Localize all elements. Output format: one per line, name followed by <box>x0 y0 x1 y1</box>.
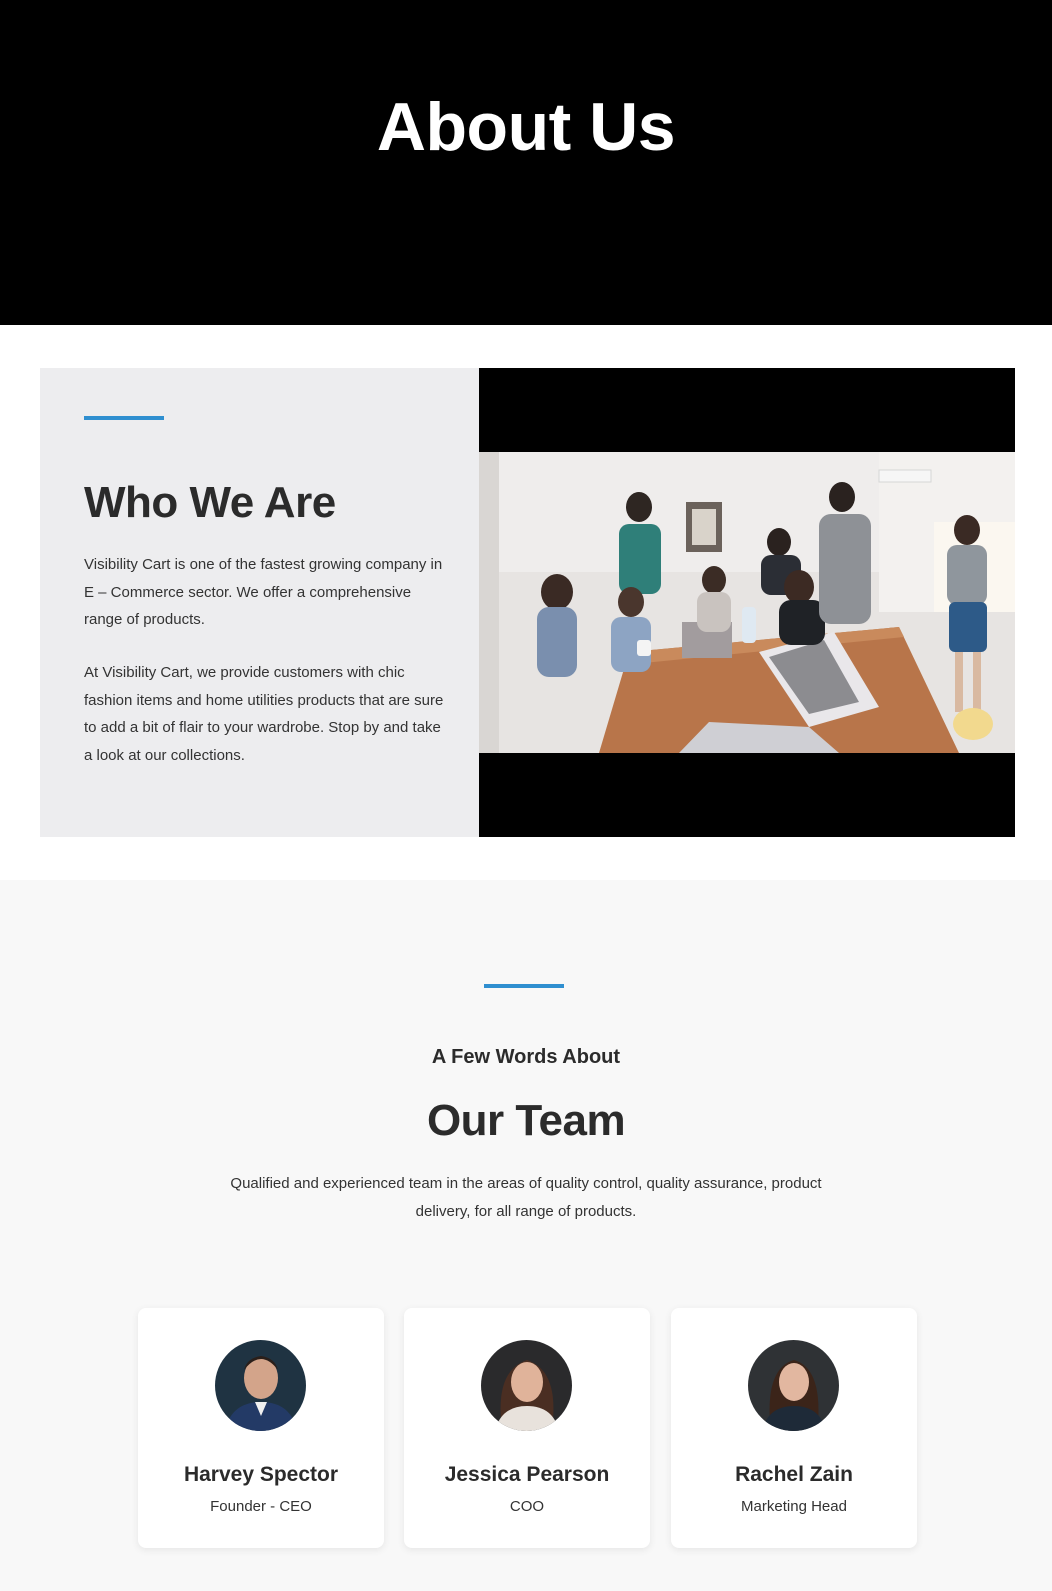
team-cards: Harvey Spector Founder - CEO Jessica Pea… <box>138 1308 918 1548</box>
team-member-card: Harvey Spector Founder - CEO <box>138 1308 384 1548</box>
avatar <box>481 1340 572 1431</box>
who-we-are-heading: Who We Are <box>84 478 336 527</box>
who-we-are-paragraph: Visibility Cart is one of the fastest gr… <box>84 556 443 628</box>
member-role: Marketing Head <box>741 1498 847 1515</box>
who-we-are-panel: Who We Are Visibility Cart is one of the… <box>40 368 479 837</box>
member-role: COO <box>509 1498 545 1515</box>
team-kicker: A Few Words About <box>431 1046 621 1068</box>
who-we-are-paragraph: At Visibility Cart, we provide customers… <box>84 664 444 764</box>
member-name: Jessica Pearson <box>444 1463 610 1486</box>
team-member-card: Rachel Zain Marketing Head <box>671 1308 917 1548</box>
team-member-card: Jessica Pearson COO <box>404 1308 650 1548</box>
member-name: Harvey Spector <box>183 1463 339 1486</box>
hero-banner: About Us <box>0 0 1052 325</box>
avatar <box>215 1340 306 1431</box>
accent-divider <box>484 984 564 988</box>
accent-divider <box>84 416 164 420</box>
team-photo <box>479 452 1015 753</box>
page-title: About Us <box>376 89 676 165</box>
team-description: Qualified and experienced team in the ar… <box>230 1175 822 1220</box>
team-section: A Few Words About Our Team Qualified and… <box>0 880 1052 1591</box>
team-heading: Our Team <box>426 1096 626 1145</box>
member-name: Rachel Zain <box>735 1463 853 1486</box>
team-photo-frame <box>479 368 1015 837</box>
member-role: Founder - CEO <box>210 1498 312 1515</box>
avatar <box>748 1340 839 1431</box>
